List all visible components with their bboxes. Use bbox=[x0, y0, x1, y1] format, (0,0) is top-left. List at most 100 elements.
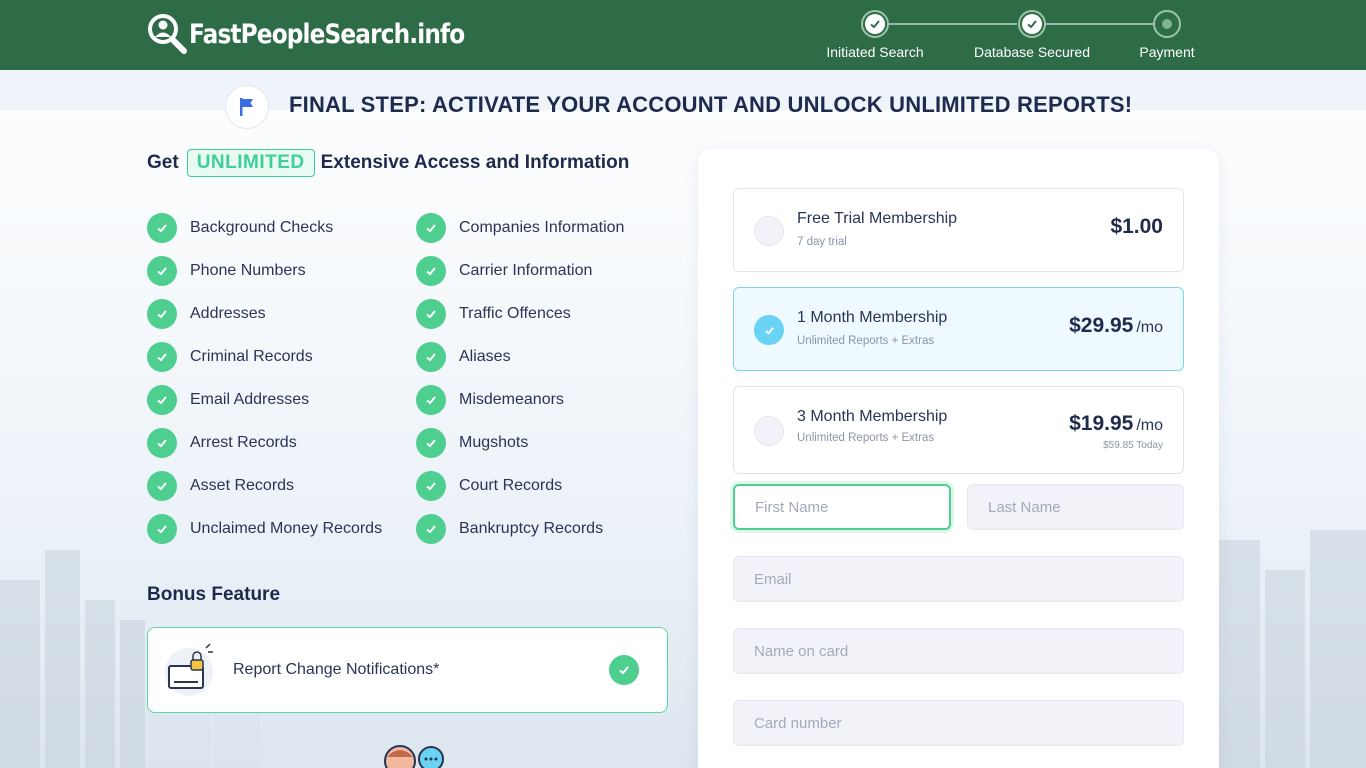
bonus-feature-card: Report Change Notifications* bbox=[147, 627, 668, 713]
first-name-input[interactable] bbox=[733, 484, 951, 530]
feature-label: Misdemeanors bbox=[459, 391, 564, 408]
bonus-heading: Bonus Feature bbox=[147, 584, 281, 605]
check-icon bbox=[147, 299, 177, 329]
step-1-indicator bbox=[861, 10, 889, 38]
check-icon bbox=[416, 428, 446, 458]
feature-item: Background Checks bbox=[147, 213, 333, 243]
site-logo[interactable]: FastPeopleSearch.info bbox=[146, 12, 509, 56]
feature-label: Addresses bbox=[190, 305, 266, 322]
check-icon bbox=[147, 342, 177, 372]
logo-text: FastPeopleSearch.info bbox=[189, 18, 465, 50]
check-icon bbox=[416, 256, 446, 286]
feature-item: Misdemeanors bbox=[416, 385, 564, 415]
feature-label: Criminal Records bbox=[190, 348, 313, 365]
check-icon bbox=[147, 385, 177, 415]
step-connector bbox=[1046, 23, 1166, 25]
feature-item: Aliases bbox=[416, 342, 511, 372]
check-icon bbox=[147, 428, 177, 458]
feature-label: Email Addresses bbox=[190, 391, 310, 408]
feature-item: Mugshots bbox=[416, 428, 528, 458]
step-2-label: Database Secured bbox=[974, 44, 1090, 60]
plan-radio[interactable] bbox=[754, 416, 784, 446]
feature-label: Bankruptcy Records bbox=[459, 520, 604, 537]
plan-radio[interactable] bbox=[754, 216, 784, 246]
feature-label: Arrest Records bbox=[190, 434, 297, 451]
feature-label: Carrier Information bbox=[459, 262, 593, 279]
bonus-feature-label: Report Change Notifications* bbox=[233, 661, 440, 678]
progress-steps: Initiated Search Database Secured Paymen… bbox=[820, 8, 1200, 64]
access-heading-prefix: Get bbox=[147, 152, 179, 173]
feature-label: Phone Numbers bbox=[190, 262, 306, 279]
check-icon bbox=[147, 213, 177, 243]
plan-price: $1.00 bbox=[1110, 215, 1163, 239]
feature-item: Asset Records bbox=[147, 471, 294, 501]
notification-mailbox-icon bbox=[165, 643, 213, 696]
feature-label: Background Checks bbox=[190, 219, 334, 236]
checkmark-icon bbox=[870, 20, 880, 29]
plan-today-total: $59.85 Today bbox=[1103, 440, 1163, 451]
feature-label: Asset Records bbox=[190, 477, 295, 494]
plan-radio-selected[interactable] bbox=[754, 315, 784, 345]
access-heading: Get UNLIMITED Extensive Access and Infor… bbox=[147, 149, 629, 177]
check-icon bbox=[147, 514, 177, 544]
plan-price: $19.95/mo bbox=[1069, 412, 1163, 436]
flag-icon bbox=[240, 98, 253, 116]
flag-badge bbox=[225, 85, 269, 129]
feature-item: Companies Information bbox=[416, 213, 624, 243]
plan-option-1-month[interactable]: 1 Month Membership Unlimited Reports + E… bbox=[733, 287, 1184, 371]
check-icon bbox=[416, 514, 446, 544]
check-icon bbox=[416, 342, 446, 372]
feature-item: Addresses bbox=[147, 299, 266, 329]
plan-price-amount: $1.00 bbox=[1110, 215, 1163, 238]
feature-label: Unclaimed Money Records bbox=[190, 520, 383, 537]
check-icon bbox=[147, 471, 177, 501]
plan-name: 1 Month Membership bbox=[797, 309, 948, 326]
checkout-form-card: Free Trial Membership 7 day trial $1.00 … bbox=[698, 149, 1219, 768]
plan-name: Free Trial Membership bbox=[797, 210, 958, 227]
plan-subtitle: Unlimited Reports + Extras bbox=[797, 432, 935, 444]
feature-item: Traffic Offences bbox=[416, 299, 571, 329]
feature-label: Aliases bbox=[459, 348, 511, 365]
plan-price-unit: /mo bbox=[1136, 319, 1163, 336]
check-icon bbox=[416, 385, 446, 415]
plan-price: $29.95/mo bbox=[1069, 314, 1163, 338]
plan-subtitle: Unlimited Reports + Extras bbox=[797, 335, 935, 347]
plan-price-unit: /mo bbox=[1136, 417, 1163, 434]
step-3-label: Payment bbox=[1139, 44, 1195, 60]
feature-label: Court Records bbox=[459, 477, 563, 494]
step-3-indicator bbox=[1153, 10, 1181, 38]
feature-item: Arrest Records bbox=[147, 428, 297, 458]
checkmark-icon bbox=[764, 326, 774, 335]
check-icon bbox=[147, 256, 177, 286]
step-1-label: Initiated Search bbox=[826, 44, 924, 60]
feature-label: Traffic Offences bbox=[459, 305, 571, 322]
check-icon bbox=[416, 299, 446, 329]
step-connector bbox=[889, 23, 1017, 25]
name-on-card-input[interactable] bbox=[733, 628, 1184, 674]
magnifier-person-icon bbox=[148, 14, 187, 54]
feature-label: Mugshots bbox=[459, 434, 529, 451]
last-name-input[interactable] bbox=[967, 484, 1184, 530]
check-icon bbox=[416, 213, 446, 243]
check-icon bbox=[609, 655, 639, 685]
feature-item: Phone Numbers bbox=[147, 256, 306, 286]
unlimited-badge: UNLIMITED bbox=[186, 149, 315, 177]
access-heading-suffix: Extensive Access and Information bbox=[320, 152, 630, 173]
top-header: FastPeopleSearch.info Initiated Search D… bbox=[0, 0, 1366, 70]
feature-item: Court Records bbox=[416, 471, 562, 501]
feature-item: Bankruptcy Records bbox=[416, 514, 603, 544]
card-number-input[interactable] bbox=[733, 700, 1184, 746]
plan-price-amount: $29.95 bbox=[1069, 314, 1134, 337]
feature-item: Unclaimed Money Records bbox=[147, 514, 382, 544]
final-step-title: FINAL STEP: ACTIVATE YOUR ACCOUNT AND UN… bbox=[289, 92, 1133, 117]
plan-option-3-month[interactable]: 3 Month Membership Unlimited Reports + E… bbox=[733, 386, 1184, 474]
feature-item: Criminal Records bbox=[147, 342, 313, 372]
plan-option-free-trial[interactable]: Free Trial Membership 7 day trial $1.00 bbox=[733, 188, 1184, 272]
feature-label: Companies Information bbox=[459, 219, 625, 236]
check-icon bbox=[416, 471, 446, 501]
email-input[interactable] bbox=[733, 556, 1184, 602]
support-avatars-icon bbox=[384, 745, 444, 768]
feature-item: Email Addresses bbox=[147, 385, 309, 415]
plan-name: 3 Month Membership bbox=[797, 408, 948, 425]
plan-subtitle: 7 day trial bbox=[797, 236, 847, 248]
